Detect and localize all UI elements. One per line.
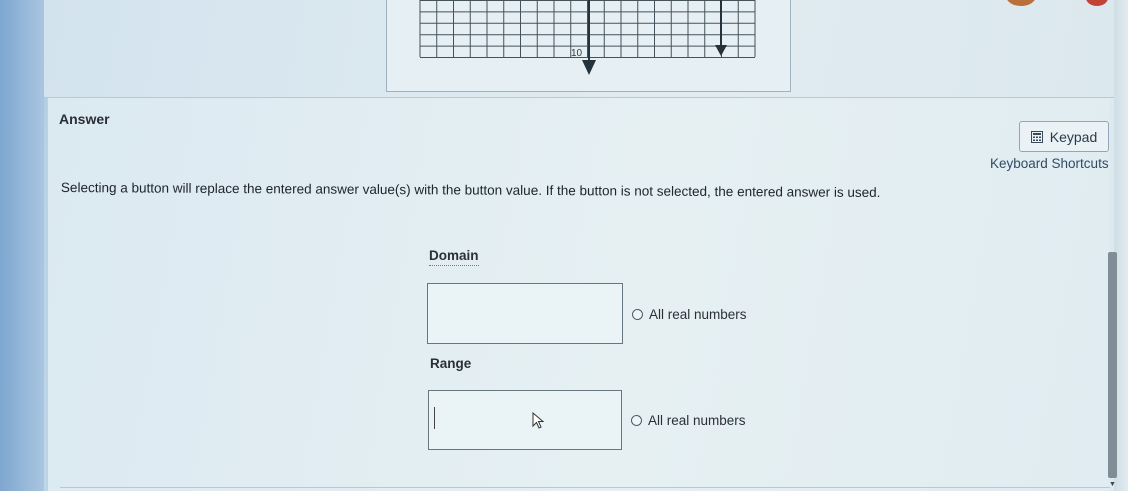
range-input[interactable] — [428, 390, 622, 450]
arrow-down-icon — [582, 0, 596, 75]
grid-lines — [419, 0, 756, 58]
answer-heading: Answer — [59, 111, 110, 127]
radio-button-icon[interactable] — [631, 415, 642, 426]
keyboard-shortcuts-link[interactable]: Keyboard Shortcuts — [990, 156, 1109, 171]
keypad-button[interactable]: Keypad — [1019, 121, 1109, 152]
calculator-icon — [1030, 130, 1043, 143]
domain-option-label: All real numbers — [649, 307, 747, 322]
domain-label: Domain — [429, 248, 479, 266]
domain-input[interactable] — [427, 283, 623, 344]
mouse-pointer-icon — [532, 412, 545, 429]
domain-all-real-numbers-option[interactable]: All real numbers — [632, 307, 747, 322]
graph-grid: 10 — [419, 0, 756, 75]
divider — [60, 487, 1110, 488]
x-axis-tick-label: 10 — [571, 48, 583, 59]
range-option-label: All real numbers — [648, 413, 746, 428]
arrow-down-icon — [715, 0, 727, 56]
keypad-label: Keypad — [1049, 128, 1098, 145]
text-caret — [434, 407, 435, 429]
range-all-real-numbers-option[interactable]: All real numbers — [631, 413, 746, 428]
left-edge-background — [0, 0, 44, 491]
range-label: Range — [430, 356, 472, 371]
scrollbar-thumb[interactable] — [1108, 252, 1117, 478]
graph-container: 10 — [386, 0, 791, 92]
radio-button-icon[interactable] — [632, 309, 643, 320]
